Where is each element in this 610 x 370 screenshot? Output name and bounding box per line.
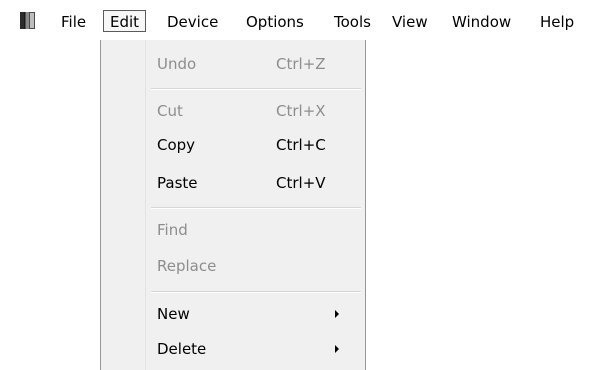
menu-window[interactable]: Window — [445, 10, 518, 32]
book-icon[interactable] — [19, 11, 37, 30]
menu-separator — [151, 207, 361, 209]
menu-item-label: Replace — [157, 257, 217, 275]
menu-item-label: Paste — [157, 174, 198, 192]
menu-item-label: Copy — [157, 136, 196, 154]
menu-item-paste[interactable]: Paste Ctrl+V — [145, 166, 365, 200]
menu-file[interactable]: File — [54, 10, 93, 32]
menu-item-replace[interactable]: Replace — [145, 249, 365, 283]
menu-item-label: Find — [157, 221, 188, 239]
menu-item-new[interactable]: New — [145, 297, 365, 331]
menu-item-find[interactable]: Find — [145, 213, 365, 247]
menu-item-copy[interactable]: Copy Ctrl+C — [145, 128, 365, 162]
menu-item-label: Delete — [157, 340, 207, 358]
menu-device[interactable]: Device — [160, 10, 225, 32]
menu-item-cut[interactable]: Cut Ctrl+X — [145, 94, 365, 128]
menu-separator — [151, 291, 361, 293]
menu-icon-gutter — [101, 40, 146, 370]
menu-edit[interactable]: Edit — [103, 10, 147, 32]
menu-item-label: Undo — [157, 55, 197, 73]
menu-tools[interactable]: Tools — [327, 10, 378, 32]
menu-item-shortcut: Ctrl+Z — [276, 55, 326, 73]
menu-separator — [151, 88, 361, 90]
menu-view[interactable]: View — [385, 10, 435, 32]
menu-help[interactable]: Help — [533, 10, 581, 32]
menu-item-shortcut: Ctrl+C — [276, 136, 326, 154]
menu-options[interactable]: Options — [239, 10, 311, 32]
menu-item-label: New — [157, 305, 190, 323]
submenu-arrow-icon — [335, 345, 339, 353]
menu-item-label: Cut — [157, 102, 183, 120]
menu-item-shortcut: Ctrl+V — [276, 174, 326, 192]
edit-dropdown-menu: Undo Ctrl+Z Cut Ctrl+X Copy Ctrl+C Paste… — [100, 40, 366, 370]
submenu-arrow-icon — [335, 310, 339, 318]
menu-item-shortcut: Ctrl+X — [276, 102, 326, 120]
menu-item-delete[interactable]: Delete — [145, 332, 365, 366]
menu-item-undo[interactable]: Undo Ctrl+Z — [145, 47, 365, 81]
menu-bar: File Edit Device Options Tools View Wind… — [0, 0, 610, 40]
